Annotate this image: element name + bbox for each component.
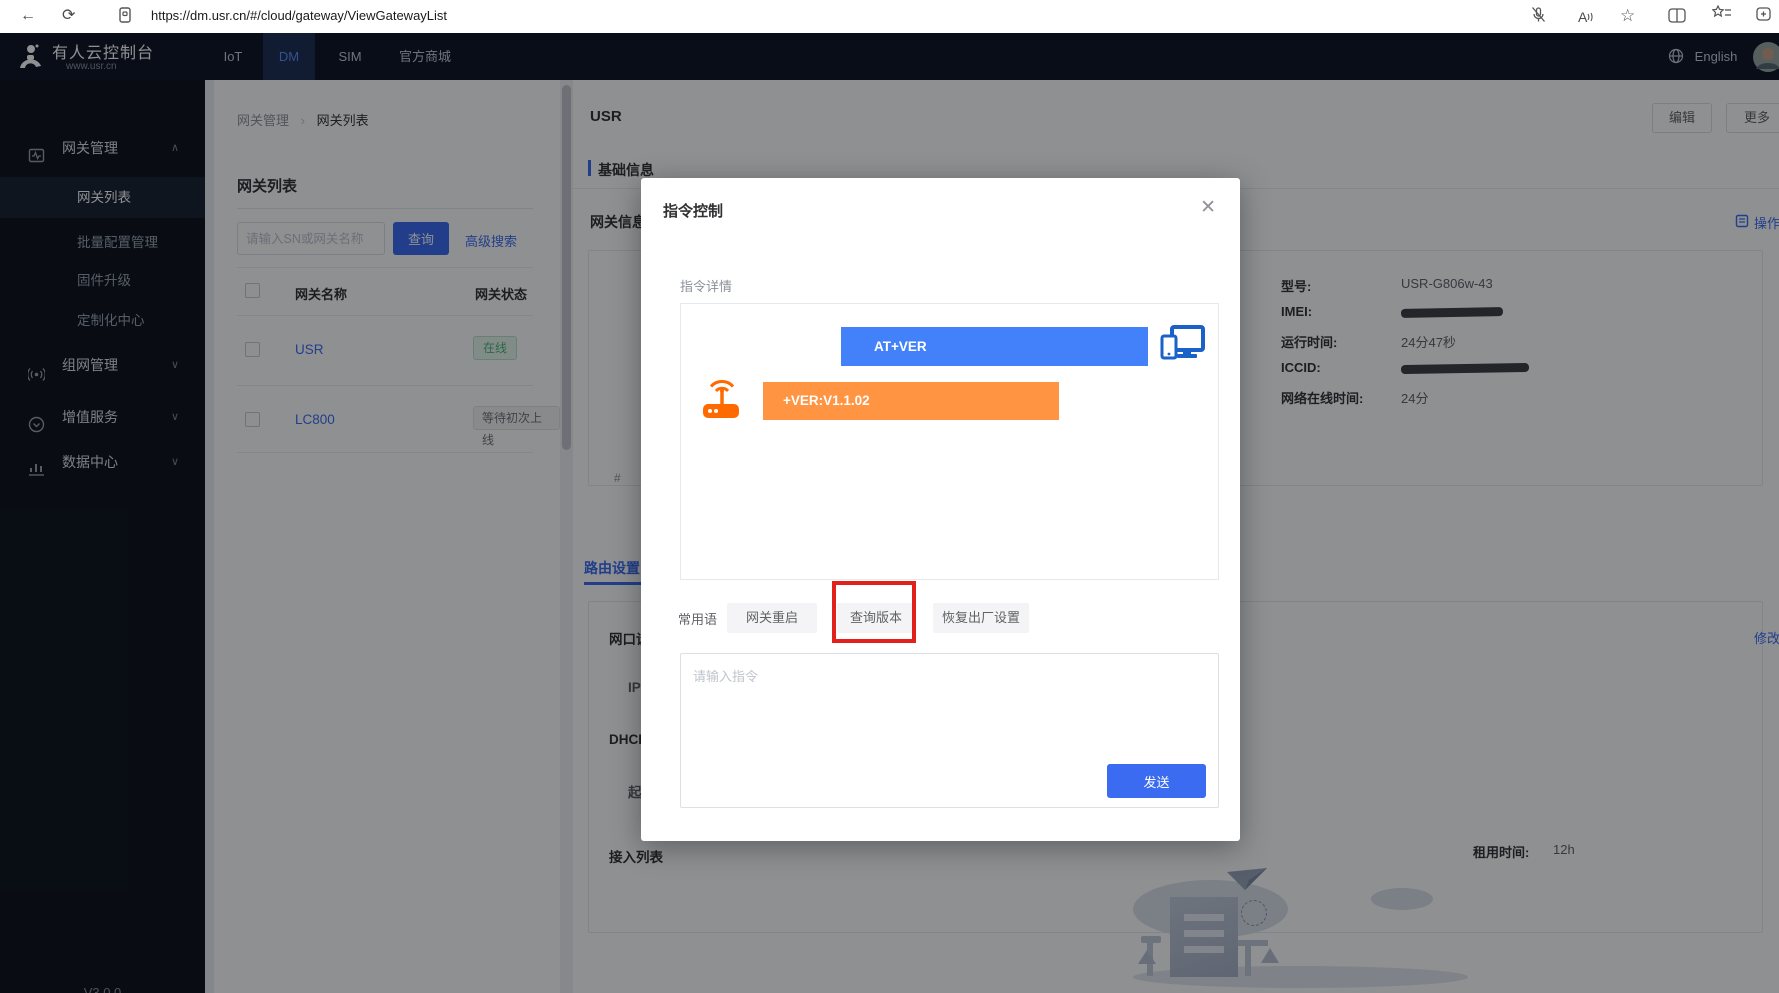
annotation-highlight-box [832, 581, 916, 643]
common-cmd-restart-button[interactable]: 网关重启 [727, 603, 817, 633]
command-history-box: AT+VER +VER:V1.1.02 [680, 303, 1219, 580]
browser-chrome: ← ⟳ https://dm.usr.cn/#/cloud/gateway/Vi… [0, 0, 1779, 33]
send-button[interactable]: 发送 [1107, 764, 1206, 798]
favorite-star-icon[interactable]: ☆ [1620, 4, 1635, 28]
common-cmd-factory-reset-button[interactable]: 恢复出厂设置 [933, 603, 1029, 633]
site-info-icon[interactable] [118, 7, 132, 32]
router-icon [699, 378, 745, 427]
refresh-icon[interactable]: ⟳ [62, 4, 75, 28]
command-control-dialog: 指令控制 ✕ 指令详情 AT+VER +VER:V1.1.02 常用语 网关重启… [641, 178, 1240, 841]
command-detail-label: 指令详情 [680, 276, 732, 295]
sent-command-bubble: AT+VER [841, 327, 1148, 366]
close-icon[interactable]: ✕ [1200, 196, 1216, 219]
devices-icon [1159, 324, 1207, 369]
url-field[interactable]: https://dm.usr.cn/#/cloud/gateway/ViewGa… [151, 8, 447, 23]
read-aloud-icon[interactable]: A [1578, 5, 1594, 29]
split-screen-icon[interactable] [1668, 7, 1686, 31]
back-icon[interactable]: ← [20, 4, 36, 28]
new-tab-icon[interactable] [1756, 6, 1774, 30]
dialog-title: 指令控制 [663, 200, 723, 221]
mic-off-icon[interactable] [1530, 6, 1547, 32]
collections-icon[interactable] [1712, 5, 1732, 29]
common-commands-label: 常用语 [678, 609, 717, 628]
response-bubble: +VER:V1.1.02 [763, 382, 1059, 420]
